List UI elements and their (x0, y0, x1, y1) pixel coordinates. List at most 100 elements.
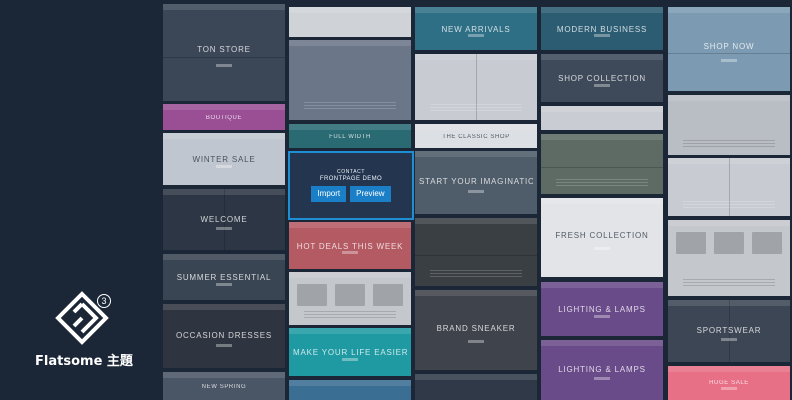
demo-tile-clean-shop[interactable] (415, 218, 537, 286)
tile-cta-placeholder (594, 315, 610, 319)
tile-header-bar (668, 95, 790, 101)
demo-tile-fresh-collection[interactable]: FRESH COLLECTION (541, 198, 663, 277)
demo-tile-huge-sale[interactable]: HUGE SALE (668, 366, 790, 400)
demo-tile-start-your-imagination[interactable]: START YOUR IMAGINATION (415, 151, 537, 214)
tile-cta-placeholder (721, 59, 737, 63)
tile-product-thumb (335, 284, 365, 306)
preview-button[interactable]: Preview (350, 186, 391, 202)
tile-header-bar (541, 7, 663, 13)
demo-tile-lighting-lamps[interactable]: LIGHTING & LAMPS (541, 282, 663, 336)
demo-tile-title: FULL WIDTH (329, 134, 371, 141)
tile-cta-placeholder (468, 190, 484, 194)
tile-header-bar (415, 124, 537, 130)
demo-tile-pink-boutique[interactable]: BOUTIQUE (163, 104, 285, 130)
demo-tile-lighting-lamps-banner[interactable]: LIGHTING & LAMPS (541, 340, 663, 400)
demo-tile-title: TON STORE (197, 44, 251, 54)
active-demo-line1: CONTACT (337, 169, 365, 175)
demo-tile-summer-essential[interactable]: SUMMER ESSENTIAL (163, 254, 285, 300)
tile-header-bar (541, 134, 663, 140)
demo-tile-default-shop[interactable] (668, 95, 790, 155)
tile-header-bar (289, 40, 411, 46)
demo-tile-product-grid[interactable] (668, 220, 790, 296)
demo-tile-gradient-shop[interactable] (289, 40, 411, 120)
tile-header-bar (541, 106, 663, 112)
tile-cta-placeholder (721, 338, 737, 342)
tile-cta-placeholder (216, 226, 232, 230)
tile-header-bar (289, 272, 411, 278)
active-demo-line2: FRONTPAGE DEMO (319, 176, 383, 182)
tile-header-bar (668, 220, 790, 226)
tile-product-thumb (676, 232, 706, 254)
tile-cta-placeholder (216, 165, 232, 169)
demo-tile-shop-collection[interactable]: SHOP COLLECTION (541, 54, 663, 102)
tile-header-bar (668, 366, 790, 372)
tile-header-bar (289, 124, 411, 130)
tile-text-lines (303, 102, 397, 111)
demo-tile-new-arrivals[interactable]: NEW ARRIVALS (415, 7, 537, 50)
demo-tile-title: MAKE YOUR LIFE EASIER (293, 348, 407, 358)
tile-header-bar (541, 340, 663, 346)
demo-tile-title: SHOP NOW (703, 42, 755, 52)
demo-tile-travel-grid[interactable] (289, 272, 411, 325)
tile-section-divider (415, 255, 537, 257)
demo-tile-hot-deals[interactable]: HOT DEALS THIS WEEK (289, 222, 411, 269)
demo-tile-the-mountains[interactable] (541, 134, 663, 194)
tile-header-bar (415, 7, 537, 13)
tile-cta-placeholder (342, 357, 358, 361)
tile-cta-placeholder (216, 282, 232, 286)
import-button[interactable]: Import (311, 186, 347, 202)
tile-header-bar (163, 372, 285, 378)
tile-cta-placeholder (216, 343, 232, 347)
demo-tile-title: HOT DEALS THIS WEEK (296, 241, 404, 251)
demo-tile-new-spring[interactable]: NEW SPRING (163, 372, 285, 400)
demo-tile-brand-sneaker[interactable]: BRAND SNEAKER (415, 290, 537, 370)
tile-header-bar (163, 304, 285, 310)
demo-tile-title: OCCASION DRESSES (176, 330, 272, 340)
demo-tile-title: BOUTIQUE (205, 114, 243, 121)
demo-tile-the-classic-shop[interactable]: THE CLASSIC SHOP (415, 124, 537, 148)
tile-section-divider (163, 57, 285, 59)
tile-product-thumb (752, 232, 782, 254)
tile-header-bar (668, 7, 790, 13)
tile-header-bar (415, 374, 537, 380)
version-badge: 3 (97, 294, 111, 308)
demo-tile-shop-now[interactable]: SHOP NOW (668, 7, 790, 91)
tile-cta-placeholder (342, 251, 358, 255)
demo-tile-title: SPORTSWEAR (696, 326, 762, 336)
tile-text-lines (429, 104, 523, 113)
tile-cta-placeholder (468, 33, 484, 37)
demo-tile-title: WELCOME (200, 214, 248, 224)
tile-header-bar (289, 328, 411, 334)
tile-header-bar (415, 218, 537, 224)
demo-tile-title: START YOUR IMAGINATION (419, 177, 533, 187)
demo-tile-fashion-week[interactable] (668, 158, 790, 216)
tile-text-lines (429, 269, 523, 278)
demo-tile-sportswear[interactable]: SPORTSWEAR (668, 300, 790, 362)
demo-tile-occasion-dresses[interactable]: OCCASION DRESSES (163, 304, 285, 368)
demo-tile-dark-collection[interactable] (415, 374, 537, 400)
demo-tile-modern-business[interactable]: MODERN BUSINESS (541, 7, 663, 50)
tile-text-lines (555, 178, 649, 187)
demo-tile-welcome[interactable]: WELCOME (163, 189, 285, 250)
demo-tile-sale-fashion[interactable] (415, 54, 537, 120)
demo-tile-minimal-white[interactable] (289, 7, 411, 37)
tile-text-lines (682, 201, 776, 210)
demo-tile-make-your-life-easier[interactable]: MAKE YOUR LIFE EASIER (289, 328, 411, 376)
tile-product-thumb (714, 232, 744, 254)
tile-text-lines (682, 139, 776, 148)
tile-cta-placeholder (594, 377, 610, 381)
tile-cta-placeholder (594, 33, 610, 37)
demo-tile-full-width[interactable]: FULL WIDTH (289, 124, 411, 148)
demo-tile-title: BRAND SNEAKER (436, 323, 516, 333)
demo-tile-title: LIGHTING & LAMPS (558, 365, 646, 375)
tile-cta-placeholder (594, 83, 610, 87)
tile-cta-placeholder (721, 387, 737, 391)
tile-header-bar (415, 151, 537, 157)
tile-header-bar (415, 290, 537, 296)
tile-product-thumb (373, 284, 403, 306)
demo-tile-bottom-blue[interactable] (289, 380, 411, 400)
demo-tile-active-contact[interactable]: CONTACT FRONTPAGE DEMO Import Preview (288, 151, 414, 220)
demo-tile-lifestyle[interactable] (541, 106, 663, 130)
demo-tile-ton-store[interactable]: TON STORE (163, 4, 285, 101)
demo-tile-winter-sale[interactable]: WINTER SALE (163, 133, 285, 185)
